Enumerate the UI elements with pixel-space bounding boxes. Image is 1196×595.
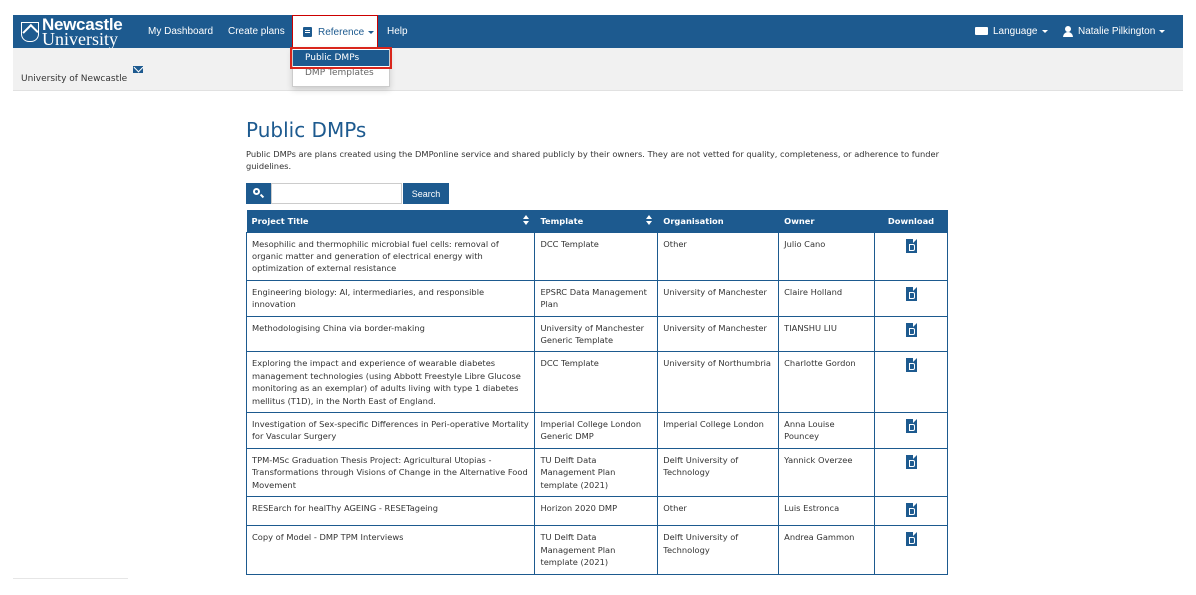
table-row: Mesophilic and thermophilic microbial fu… <box>245 231 948 281</box>
sort-icon[interactable] <box>646 215 653 226</box>
table-row: Methodologising China via border-making U… <box>245 315 948 353</box>
page-intro: Public DMPs are plans created using the … <box>246 149 940 171</box>
header-organisation: Organisation <box>657 210 780 232</box>
table-row: Exploring the impact and experience of w… <box>245 351 948 413</box>
cell-project-title: Engineering biology: AI, intermediaries,… <box>245 279 536 317</box>
cell-organisation: University of Manchester <box>657 315 780 353</box>
chevron-down-icon <box>1159 29 1166 33</box>
nav-user-dropdown[interactable]: Natalie Pilkington <box>1063 15 1166 48</box>
cell-download <box>874 351 948 413</box>
table-header-row: Project Title Template Organisation Owne… <box>246 210 948 232</box>
top-navbar: Newcastle University My Dashboard Create… <box>13 15 1183 48</box>
search-bar: Search <box>246 183 449 204</box>
nav-language-dropdown[interactable]: Language <box>975 15 1048 48</box>
chevron-down-icon <box>368 30 375 34</box>
nav-my-dashboard[interactable]: My Dashboard <box>148 15 213 48</box>
cell-organisation: University of Manchester <box>657 279 780 317</box>
cell-project-title: RESEarch for healThy AGEING - RESETagein… <box>245 495 536 527</box>
header-project-title[interactable]: Project Title <box>246 210 536 232</box>
pdf-download-icon[interactable] <box>905 532 917 547</box>
cell-template: University of Manchester Generic Templat… <box>534 315 659 353</box>
cell-owner: Anna Louise Pouncey <box>778 411 876 449</box>
cell-organisation: Other <box>657 495 780 527</box>
cell-organisation: Other <box>657 231 780 281</box>
cell-download <box>874 279 948 317</box>
nav-user-label: Natalie Pilkington <box>1078 26 1156 37</box>
cell-template: EPSRC Data Management Plan <box>534 279 659 317</box>
book-icon <box>303 27 312 38</box>
header-template[interactable]: Template <box>534 210 659 232</box>
table-row: Copy of Model - DMP TPM Interviews TU Del… <box>245 525 948 575</box>
cell-download <box>874 495 948 527</box>
cell-owner: Andrea Gammon <box>778 525 876 575</box>
cell-organisation: Imperial College London <box>657 411 780 449</box>
cell-owner: Claire Holland <box>778 279 876 317</box>
cell-owner: Charlotte Gordon <box>778 351 876 413</box>
cell-owner: Luis Estronca <box>778 495 876 527</box>
cell-project-title: Investigation of Sex-specific Difference… <box>245 411 536 449</box>
cell-owner: Yannick Overzee <box>778 447 876 498</box>
pdf-download-icon[interactable] <box>905 418 917 433</box>
pdf-download-icon[interactable] <box>905 286 917 301</box>
header-download: Download <box>874 210 948 232</box>
cell-template: Imperial College London Generic DMP <box>534 411 659 449</box>
table-row: Engineering biology: AI, intermediaries,… <box>245 279 948 317</box>
cell-organisation: University of Northumbria <box>657 351 780 413</box>
public-dmps-table: Project Title Template Organisation Owne… <box>245 210 948 575</box>
pdf-download-icon[interactable] <box>905 238 917 253</box>
pdf-download-icon[interactable] <box>905 358 917 373</box>
cell-template: DCC Template <box>534 351 659 413</box>
page-title: Public DMPs <box>246 118 367 142</box>
cell-organisation: Delft University of Technology <box>657 447 780 498</box>
search-input[interactable] <box>271 183 402 204</box>
footer-divider <box>13 578 128 579</box>
cell-project-title: Mesophilic and thermophilic microbial fu… <box>245 231 536 281</box>
cell-template: DCC Template <box>534 231 659 281</box>
reference-dropdown-menu: Public DMPs DMP Templates <box>290 47 392 87</box>
cell-download <box>874 525 948 575</box>
cell-project-title: Exploring the impact and experience of w… <box>245 351 536 413</box>
cell-download <box>874 315 948 353</box>
search-icon[interactable] <box>246 183 271 204</box>
table-row: RESEarch for healThy AGEING - RESETagein… <box>245 495 948 527</box>
pdf-download-icon[interactable] <box>905 322 917 337</box>
cell-template: TU Delft Data Management Plan template (… <box>534 525 659 575</box>
brand-line-2: University <box>42 28 118 49</box>
nav-reference-label: Reference <box>318 27 365 38</box>
cell-download <box>874 411 948 449</box>
search-button[interactable]: Search <box>403 183 449 204</box>
crest-icon <box>21 21 39 42</box>
sort-icon[interactable] <box>523 215 530 226</box>
menu-item-public-dmps[interactable]: Public DMPs <box>290 47 392 69</box>
org-subbar: University of Newcastle <box>13 48 1183 91</box>
chevron-down-icon <box>1041 29 1048 33</box>
university-logo[interactable]: Newcastle University <box>21 15 123 49</box>
cell-project-title: Methodologising China via border-making <box>245 315 536 353</box>
cell-download <box>874 231 948 281</box>
cell-project-title: TPM-MSc Graduation Thesis Project: Agric… <box>245 447 536 498</box>
cell-template: Horizon 2020 DMP <box>534 495 659 527</box>
header-owner: Owner <box>778 210 876 232</box>
cell-owner: TIANSHU LIU <box>778 315 876 353</box>
nav-language-label: Language <box>993 26 1038 37</box>
pdf-download-icon[interactable] <box>905 454 917 469</box>
cell-template: TU Delft Data Management Plan template (… <box>534 447 659 498</box>
cell-download <box>874 447 948 498</box>
nav-reference-dropdown[interactable]: Reference <box>292 15 378 48</box>
pdf-download-icon[interactable] <box>905 503 917 517</box>
envelope-icon[interactable] <box>133 66 143 73</box>
cell-organisation: Delft University of Technology <box>657 525 780 575</box>
nav-create-plans[interactable]: Create plans <box>228 15 285 48</box>
table-row: Investigation of Sex-specific Difference… <box>245 411 948 449</box>
menu-item-dmp-templates[interactable]: DMP Templates <box>293 66 389 80</box>
cell-owner: Julio Cano <box>778 231 876 281</box>
nav-help[interactable]: Help <box>387 15 408 48</box>
cell-project-title: Copy of Model - DMP TPM Interviews <box>245 525 536 575</box>
user-icon <box>1063 25 1073 37</box>
org-name: University of Newcastle <box>21 74 128 84</box>
table-row: TPM-MSc Graduation Thesis Project: Agric… <box>245 447 948 498</box>
language-icon <box>975 27 988 36</box>
